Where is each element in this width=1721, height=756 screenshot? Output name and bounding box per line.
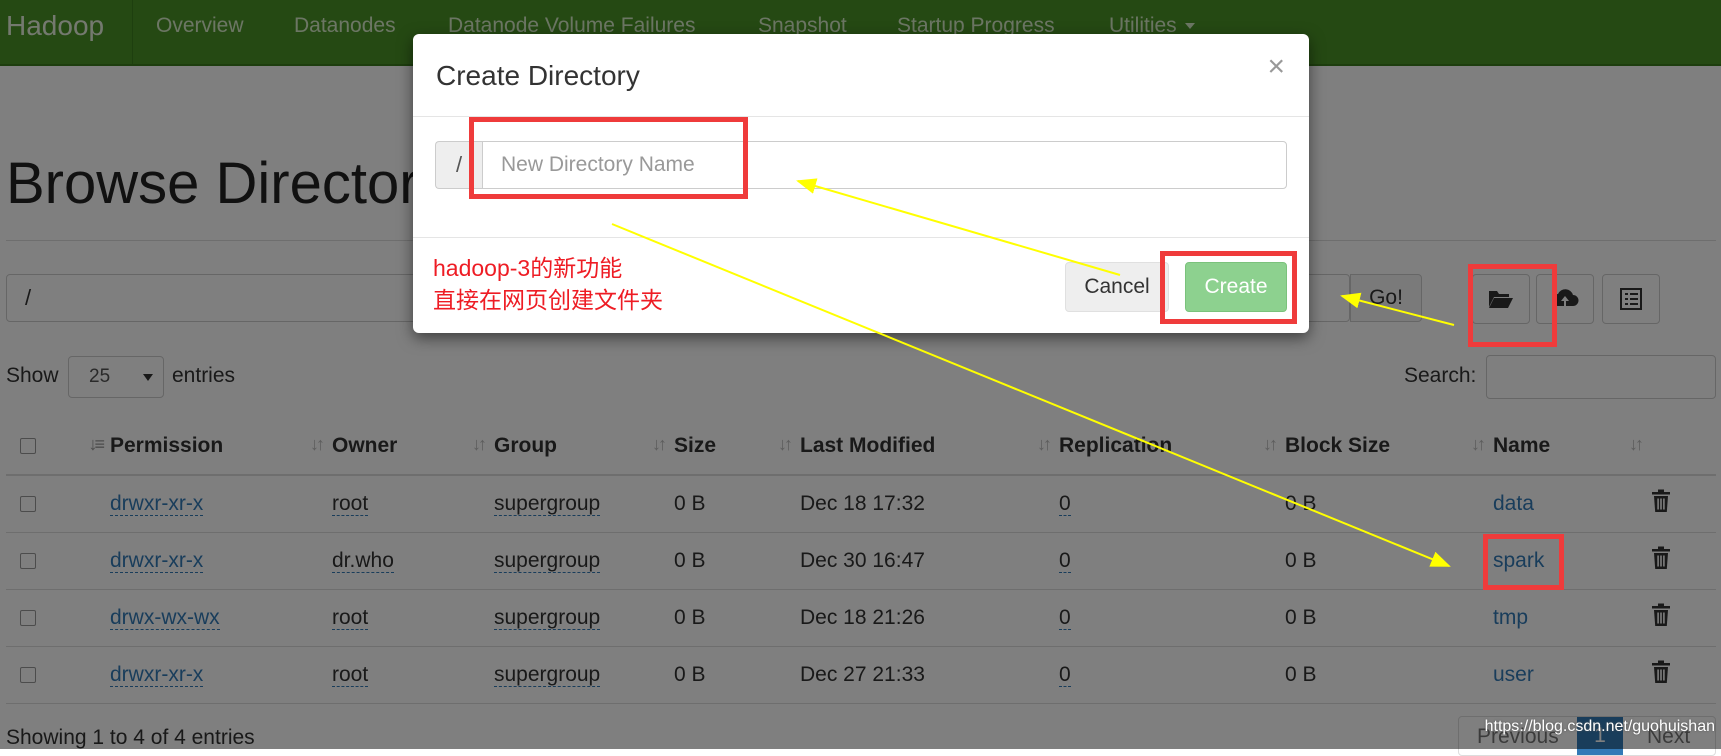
arrow-to-spark	[611, 223, 1451, 567]
arrow-to-create	[1340, 292, 1455, 326]
annotation-arrows	[611, 178, 1455, 567]
arrow-to-input	[796, 178, 1121, 276]
watermark: https://blog.csdn.net/guohuishan	[1484, 718, 1715, 735]
